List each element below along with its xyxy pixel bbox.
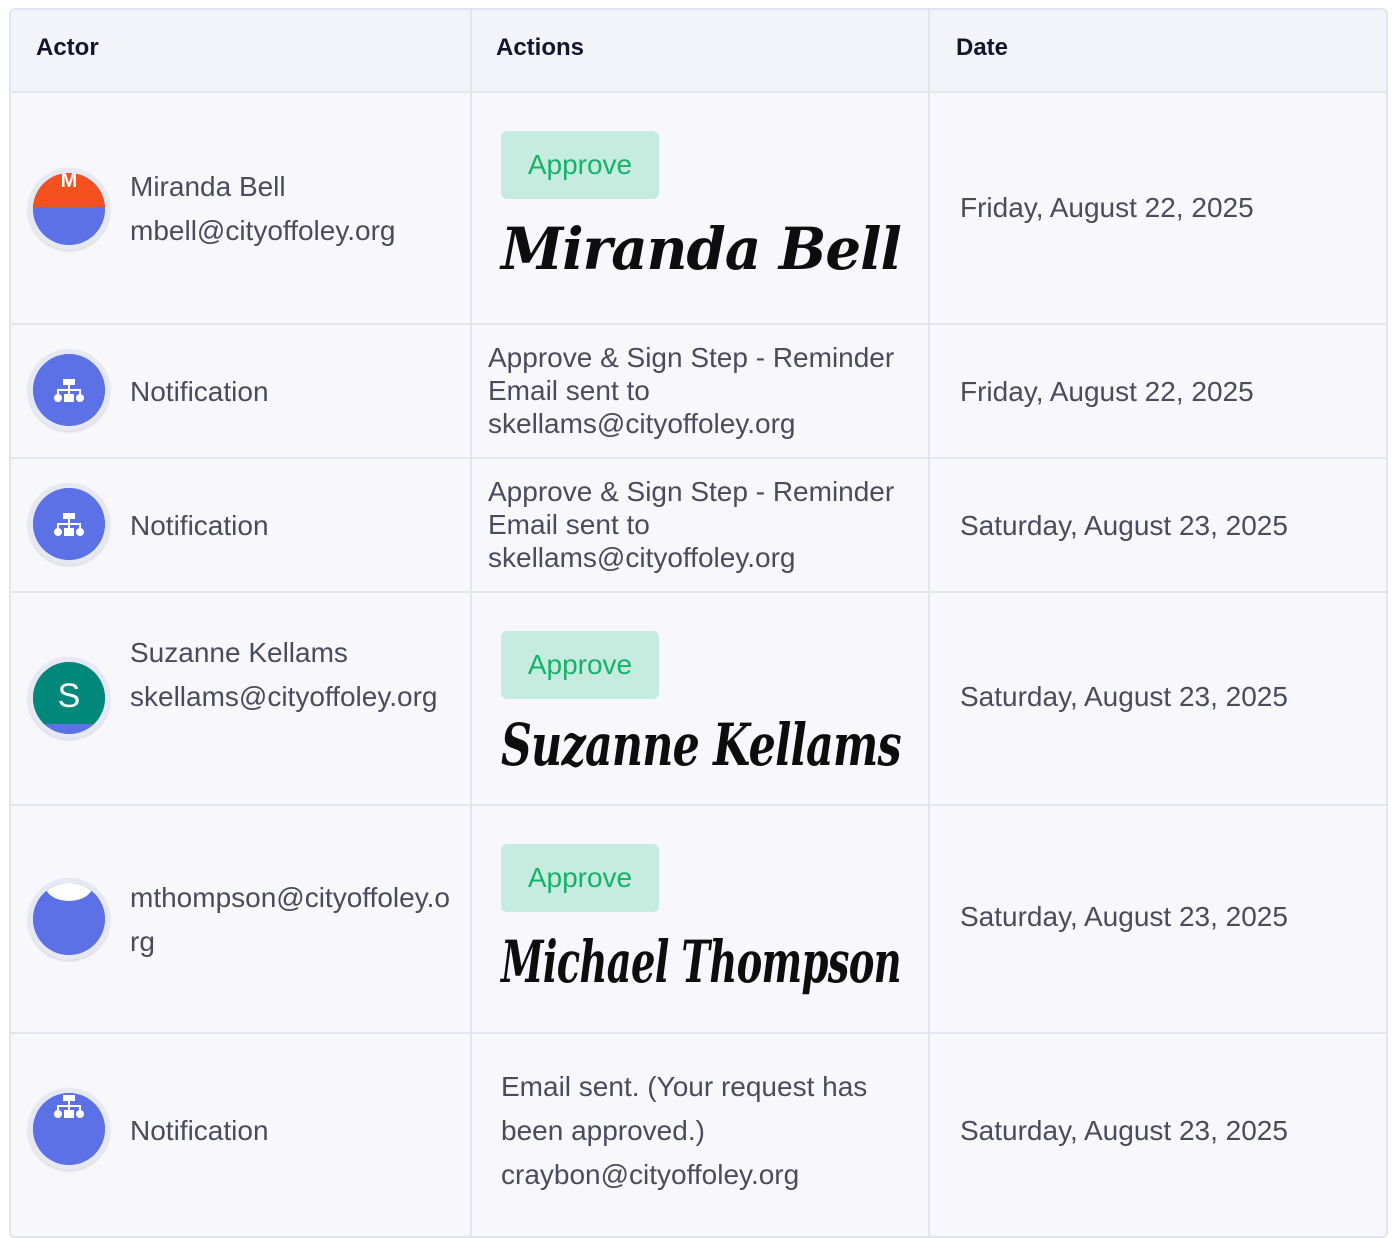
header-date[interactable]: Date bbox=[956, 34, 1008, 62]
date-text: Saturday, August 23, 2025 bbox=[960, 510, 1288, 541]
approve-badge: Approve bbox=[501, 131, 659, 199]
approve-badge: Approve bbox=[501, 844, 659, 912]
avatar-image: M bbox=[33, 173, 105, 245]
signature-image: Suzanne Kellams bbox=[501, 711, 902, 779]
svg-text:S: S bbox=[58, 677, 81, 715]
table-row: M Miranda Bell mbell@cityoffoley.org App… bbox=[11, 91, 1386, 323]
table-row: Notification Email sent. (Your request h… bbox=[11, 1032, 1386, 1236]
avatar-image bbox=[33, 883, 105, 955]
approve-badge: Approve bbox=[501, 631, 659, 699]
avatar: S bbox=[28, 657, 110, 739]
date-text: Friday, August 22, 2025 bbox=[960, 376, 1254, 407]
actor-name: Miranda Bell bbox=[130, 171, 286, 202]
sitemap-icon bbox=[33, 1093, 105, 1165]
avatar bbox=[28, 349, 110, 431]
action-text: Email sent. (Your request has been appro… bbox=[501, 1071, 868, 1190]
avatar-image: S bbox=[33, 662, 105, 734]
header-actions[interactable]: Actions bbox=[496, 34, 584, 62]
sitemap-icon bbox=[33, 354, 105, 426]
sitemap-icon bbox=[33, 488, 105, 560]
actor-name: Notification bbox=[130, 376, 269, 407]
avatar: M bbox=[28, 168, 110, 250]
actor-email: mbell@cityoffoley.org bbox=[130, 215, 396, 246]
activity-table: Actor Actions Date M Miranda Bell mbell@… bbox=[9, 8, 1388, 1238]
avatar bbox=[28, 878, 110, 960]
table-row: S Suzanne Kellams skellams@cityoffoley.o… bbox=[11, 591, 1386, 804]
actor-name: Notification bbox=[130, 1115, 269, 1146]
action-text: Approve & Sign Step - Reminder Email sen… bbox=[488, 342, 895, 439]
svg-text:M: M bbox=[61, 173, 78, 192]
table-row: mthompson@cityoffoley.org Approve Michae… bbox=[11, 804, 1386, 1032]
date-text: Saturday, August 23, 2025 bbox=[960, 1115, 1288, 1146]
date-text: Saturday, August 23, 2025 bbox=[960, 681, 1288, 712]
date-text: Saturday, August 23, 2025 bbox=[960, 901, 1288, 932]
actor-name: Suzanne Kellams bbox=[130, 637, 348, 668]
avatar bbox=[28, 483, 110, 565]
table-row: Notification Approve & Sign Step - Remin… bbox=[11, 457, 1386, 591]
table-header: Actor Actions Date bbox=[11, 10, 1386, 91]
actor-name: Notification bbox=[130, 510, 269, 541]
signature-image: Miranda Bell bbox=[501, 215, 902, 283]
actor-email: skellams@cityoffoley.org bbox=[130, 681, 438, 712]
table-row: Notification Approve & Sign Step - Remin… bbox=[11, 323, 1386, 457]
actor-email: mthompson@cityoffoley.org bbox=[130, 882, 450, 957]
header-actor[interactable]: Actor bbox=[36, 34, 99, 62]
action-text: Approve & Sign Step - Reminder Email sen… bbox=[488, 476, 895, 573]
signature-image: Michael Thompson bbox=[501, 928, 902, 996]
avatar bbox=[28, 1088, 110, 1170]
date-text: Friday, August 22, 2025 bbox=[960, 192, 1254, 223]
